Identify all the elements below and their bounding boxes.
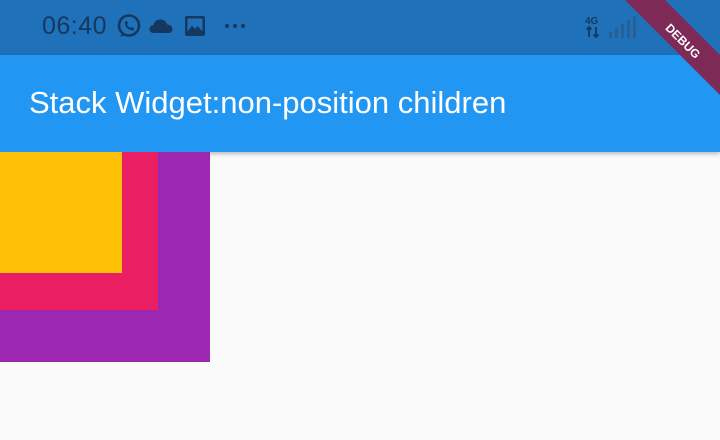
network-type-label: 4G (585, 16, 599, 27)
more-icon (225, 24, 245, 28)
whatsapp-icon (117, 14, 141, 37)
app-bar: Stack Widget:non-position children (0, 55, 720, 152)
status-time: 06:40 (42, 12, 108, 40)
signal-icon (609, 16, 636, 38)
amber-box (0, 152, 122, 273)
app-bar-title: Stack Widget:non-position children (29, 85, 507, 120)
status-bar: 06:40 4G (0, 0, 720, 55)
network-4g-icon: 4G (585, 16, 600, 39)
image-icon (185, 16, 205, 36)
stack-area (0, 152, 720, 440)
cloud-icon (149, 19, 173, 33)
